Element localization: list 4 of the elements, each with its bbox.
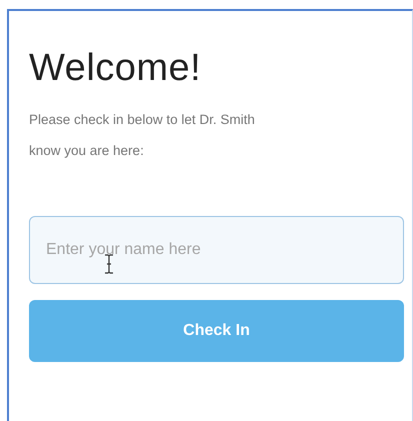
name-input-field[interactable]: Enter your name here [29,216,404,284]
check-in-button[interactable]: Check In [29,300,404,362]
instructions-text: Please check in below to let Dr. Smith know you are here: [29,111,256,160]
welcome-title: Welcome! [29,47,202,90]
